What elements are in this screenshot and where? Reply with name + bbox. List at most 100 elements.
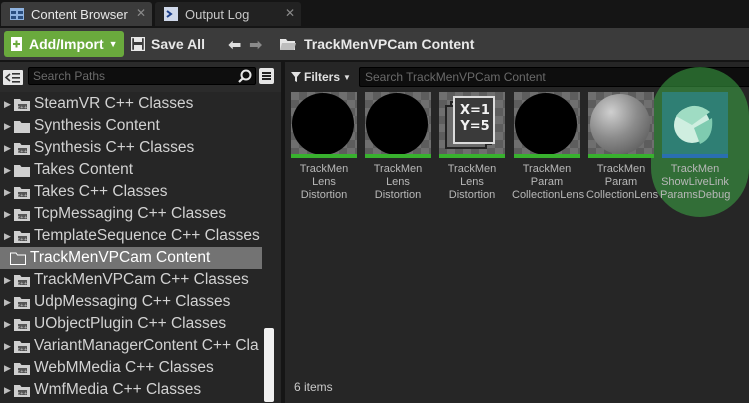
expand-arrow-icon[interactable]: ▶ [4,297,14,308]
svg-text:c++: c++ [17,104,27,110]
tree-item-label: TemplateSequence C++ Classes [34,227,260,244]
material-sphere-icon [515,93,577,155]
tree-item[interactable]: ▶ c++ Synthesis C++ Classes [0,137,262,159]
tree-item[interactable]: ▶ c++ Takes C++ Classes [0,181,262,203]
asset-label: TrackMen Lens Distortion [373,163,423,201]
add-file-icon [11,37,22,51]
asset-thumbnail[interactable] [514,92,580,158]
tree-item[interactable]: ▶ c++ VariantManagerContent C++ Cla [0,335,262,357]
svg-text:c++: c++ [17,214,27,220]
tree-item[interactable]: ▶ Takes Content [0,159,262,181]
tab-bar: Content Browser ✕ Output Log ✕ [0,0,749,28]
tree-item-label: WebMMedia C++ Classes [34,359,214,376]
tree-item-label: Takes C++ Classes [34,183,168,200]
tree-toggle-icon[interactable] [3,68,23,86]
filter-icon [291,72,301,82]
asset-tile[interactable]: TrackMen ShowLiveLink ParamsDebug [660,92,731,202]
expand-arrow-icon[interactable]: ▶ [4,121,14,132]
tab-content-browser[interactable]: Content Browser ✕ [1,2,152,26]
asset-tile[interactable]: TrackMen Lens Distortion [291,92,359,202]
material-sphere-icon [292,93,354,155]
param-text: X=1 Y=5 [460,103,490,134]
breadcrumb[interactable]: TrackMenVPCam Content [280,31,474,57]
cpp-folder-icon: c++ [14,274,30,287]
expand-arrow-icon[interactable]: ▶ [4,99,14,110]
close-icon[interactable]: ✕ [136,6,146,20]
expand-arrow-icon[interactable]: ▶ [4,143,14,154]
folder-open-icon [280,38,296,50]
item-count: 6 items [294,380,333,394]
tree-item[interactable]: TrackMenVPCam Content [0,247,262,269]
svg-text:c++: c++ [17,368,27,374]
cpp-folder-icon: c++ [14,230,30,243]
expand-arrow-icon[interactable]: ▶ [4,319,14,330]
tree-scrollbar[interactable] [264,328,274,402]
svg-text:c++: c++ [17,390,27,396]
tree-item[interactable]: ▶ c++ WmfMedia C++ Classes [0,379,262,401]
asset-tile[interactable]: TrackMen Lens Distortion [365,92,433,202]
cpp-folder-icon: c++ [14,186,30,199]
asset-type-bar [439,154,505,158]
cpp-folder-icon: c++ [14,384,30,397]
expand-arrow-icon[interactable]: ▶ [4,209,14,220]
asset-tile[interactable]: TrackMen Param CollectionLens [512,92,585,202]
tree-item[interactable]: ▶ c++ SteamVR C++ Classes [0,93,262,115]
asset-label: TrackMen Lens Distortion [299,163,349,201]
tree-item[interactable]: ▶ c++ TrackMenVPCam C++ Classes [0,269,262,291]
expand-arrow-icon[interactable]: ▶ [4,187,14,198]
asset-thumbnail[interactable]: X=1 Y=5 [439,92,505,158]
tree-item-label: TcpMessaging C++ Classes [34,205,227,222]
back-arrow-icon[interactable]: ⬅ [228,35,241,55]
tree-item[interactable]: ▶ c++ TcpMessaging C++ Classes [0,203,262,225]
search-assets-placeholder: Search TrackMenVPCam Content [365,70,546,84]
tree-item-label: Synthesis Content [34,117,160,134]
tree-item-label: Synthesis C++ Classes [34,139,195,156]
tree-item[interactable]: ▶ c++ UdpMessaging C++ Classes [0,291,262,313]
asset-panel: Filters ▼ Search TrackMenVPCam Content T… [285,62,749,403]
asset-label: TrackMen ShowLiveLink ParamsDebug [660,163,731,201]
asset-tile[interactable]: TrackMen Param CollectionLens [586,92,658,202]
tab-label: Output Log [185,6,250,22]
search-paths-placeholder: Search Paths [33,69,106,83]
search-icon [238,69,252,83]
expand-arrow-icon[interactable]: ▶ [4,341,14,352]
expand-arrow-icon[interactable]: ▶ [4,165,14,176]
content-browser-icon [10,8,24,20]
tree-item[interactable]: ▶ Synthesis Content [0,115,262,137]
tree-item[interactable]: ▶ c++ WebMMedia C++ Classes [0,357,262,379]
asset-label: TrackMen Param CollectionLens [512,163,585,201]
svg-text:c++: c++ [17,148,27,154]
asset-label: TrackMen Lens Distortion [447,163,497,201]
save-all-button[interactable]: Save All [131,31,205,57]
asset-tile[interactable]: X=1 Y=5 TrackMen Lens Distortion [439,92,507,202]
expand-arrow-icon[interactable]: ▶ [4,385,14,396]
asset-thumbnail[interactable] [662,92,728,158]
expand-arrow-icon[interactable]: ▶ [4,275,14,286]
filters-button[interactable]: Filters ▼ [291,68,351,86]
tree-item[interactable]: ▶ c++ TemplateSequence C++ Classes [0,225,262,247]
asset-thumbnail[interactable] [365,92,431,158]
tree-item[interactable]: ▶ c++ UObjectPlugin C++ Classes [0,313,262,335]
blueprint-icon [662,92,728,154]
expand-arrow-icon[interactable]: ▶ [4,363,14,374]
asset-type-bar [514,154,580,158]
asset-thumbnail[interactable] [588,92,654,158]
chevron-down-icon: ▼ [108,39,118,49]
view-options-icon[interactable] [259,68,274,84]
svg-text:c++: c++ [17,324,27,330]
path-panel: Search Paths ▶ c++ SteamVR C++ Classes ▶ Syn… [0,62,281,403]
asset-type-bar [365,154,431,158]
asset-thumbnail[interactable] [291,92,357,158]
add-import-button[interactable]: Add/Import ▼ [4,31,124,57]
cpp-folder-icon: c++ [14,142,30,155]
material-sphere-icon [366,93,428,155]
add-import-label: Add/Import [29,36,104,52]
asset-type-bar [291,154,357,158]
tab-output-log[interactable]: Output Log ✕ [155,2,301,26]
tree-item-label: SteamVR C++ Classes [34,95,194,112]
path-panel-header: Search Paths [0,62,281,92]
close-icon[interactable]: ✕ [285,6,295,20]
forward-arrow-icon[interactable]: ➡ [249,35,262,55]
search-paths-input[interactable]: Search Paths [28,67,256,85]
expand-arrow-icon[interactable]: ▶ [4,231,14,242]
